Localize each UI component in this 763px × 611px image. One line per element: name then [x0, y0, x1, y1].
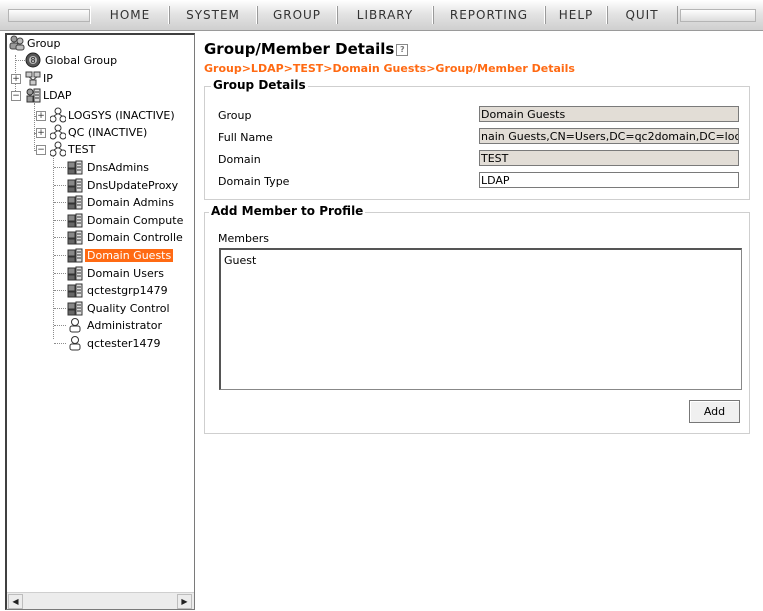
- expand-icon[interactable]: +: [36, 128, 46, 138]
- tree-label: Global Group: [45, 54, 118, 67]
- ldap-group-icon: [67, 266, 83, 281]
- users-icon: [9, 35, 25, 51]
- help-icon[interactable]: ?: [396, 43, 409, 56]
- menu-system[interactable]: SYSTEM: [168, 6, 258, 24]
- tree-item-group[interactable]: Domain Users: [54, 265, 166, 282]
- tree-item-user[interactable]: Administrator: [54, 317, 164, 334]
- ldap-group-icon: [67, 160, 83, 175]
- tree-item-group[interactable]: Domain Compute: [54, 212, 185, 229]
- tree-label: LDAP: [43, 89, 72, 102]
- tree-item-group[interactable]: DnsAdmins: [54, 159, 151, 176]
- tree-label: Administrator: [87, 319, 162, 333]
- ldap-directory-icon: [26, 88, 41, 103]
- menu-quit[interactable]: QUIT: [606, 6, 678, 24]
- add-button[interactable]: Add: [689, 400, 740, 423]
- ldap-group-icon: [67, 213, 83, 228]
- menu-bar-left-edge: [8, 9, 90, 22]
- add-member-legend: Add Member to Profile: [209, 204, 366, 218]
- menu-group[interactable]: GROUP: [256, 6, 338, 24]
- user-icon: [69, 336, 81, 351]
- tree-item-group[interactable]: Domain Controlle: [54, 229, 185, 246]
- user-icon: [69, 318, 81, 333]
- ldap-group-icon: [67, 283, 83, 298]
- domain-icon: [50, 141, 66, 157]
- network-icon: [25, 71, 41, 86]
- tree-label: DnsUpdateProxy: [87, 178, 179, 192]
- tree-label: qctester1479: [87, 337, 161, 350]
- tree-item-group[interactable]: Domain Guests: [54, 247, 174, 264]
- scroll-left-icon[interactable]: ◀: [8, 594, 23, 609]
- domain-label: Domain: [218, 153, 261, 166]
- domain-icon: [50, 107, 66, 123]
- page-title: Group/Member Details?: [204, 40, 409, 58]
- global-group-icon: 8: [25, 52, 41, 68]
- group-tree-panel: Group 8 Global Group + IP − LDAP + LOGSY…: [5, 33, 195, 610]
- group-field: Domain Guests: [479, 106, 739, 122]
- tree-item-group[interactable]: Quality Control: [54, 300, 172, 317]
- tree-label: qctestgrp1479: [87, 284, 168, 298]
- tree-label: Group: [27, 37, 61, 50]
- tree-label: Domain Guests: [85, 249, 174, 262]
- tree-item-group[interactable]: qctestgrp1479: [54, 282, 170, 299]
- tree-horizontal-scrollbar[interactable]: ◀ ▶: [7, 592, 194, 609]
- tree-label: Quality Control: [87, 301, 170, 315]
- breadcrumb: Group>LDAP>TEST>Domain Guests>Group/Memb…: [204, 62, 575, 75]
- tree-item-group-root[interactable]: Group: [9, 35, 63, 52]
- domain-type-label: Domain Type: [218, 175, 290, 188]
- tree-label: TEST: [68, 143, 96, 156]
- tree-item-user[interactable]: qctester1479: [54, 335, 162, 352]
- menu-reporting[interactable]: REPORTING: [432, 6, 546, 24]
- expand-icon[interactable]: +: [36, 111, 46, 121]
- scroll-right-icon[interactable]: ▶: [177, 594, 192, 609]
- tree-item-group[interactable]: DnsUpdateProxy: [54, 177, 180, 194]
- tree-item-ip[interactable]: + IP: [11, 70, 55, 87]
- members-label: Members: [218, 232, 269, 245]
- collapse-icon[interactable]: −: [11, 91, 21, 101]
- full-name-label: Full Name: [218, 131, 273, 144]
- tree-item-global-group[interactable]: 8 Global Group: [25, 52, 119, 69]
- domain-icon: [50, 124, 66, 140]
- page-title-text: Group/Member Details: [204, 40, 395, 58]
- menu-help[interactable]: HELP: [544, 6, 608, 24]
- tree-item-group[interactable]: Domain Admins: [54, 194, 176, 211]
- tree-label: Domain Users: [87, 266, 164, 280]
- members-list[interactable]: Guest: [219, 248, 742, 390]
- top-menu-bar: HOME SYSTEM GROUP LIBRARY REPORTING HELP…: [0, 0, 763, 31]
- tree-label: LOGSYS (INACTIVE): [68, 109, 175, 122]
- ldap-group-icon: [67, 195, 83, 210]
- group-label: Group: [218, 109, 252, 122]
- tree-label: Domain Compute: [87, 213, 184, 227]
- ldap-group-icon: [67, 248, 83, 263]
- tree-item-test[interactable]: − TEST: [36, 141, 97, 158]
- ldap-group-icon: [67, 178, 83, 193]
- tree-label: Domain Controlle: [87, 231, 183, 245]
- full-name-field: nain Guests,CN=Users,DC=qc2domain,DC=loc…: [479, 128, 739, 144]
- collapse-icon[interactable]: −: [36, 145, 46, 155]
- svg-text:8: 8: [30, 56, 35, 65]
- tree-label: QC (INACTIVE): [68, 126, 148, 139]
- menu-bar-right-edge: [680, 9, 756, 22]
- ldap-group-icon: [67, 301, 83, 316]
- expand-icon[interactable]: +: [11, 74, 21, 84]
- domain-field: TEST: [479, 150, 739, 166]
- group-details-legend: Group Details: [211, 78, 308, 92]
- menu-home[interactable]: HOME: [90, 6, 170, 24]
- tree-item-ldap[interactable]: − LDAP: [11, 87, 74, 104]
- tree-item-logsys[interactable]: + LOGSYS (INACTIVE): [36, 107, 177, 124]
- tree-item-qc[interactable]: + QC (INACTIVE): [36, 124, 149, 141]
- tree-label: Domain Admins: [87, 196, 174, 210]
- ldap-group-icon: [67, 230, 83, 245]
- menu-library[interactable]: LIBRARY: [336, 6, 434, 24]
- tree-label: DnsAdmins: [87, 161, 149, 174]
- tree-label: IP: [43, 72, 53, 85]
- list-item[interactable]: Guest: [221, 250, 741, 271]
- domain-type-field[interactable]: LDAP: [479, 172, 739, 188]
